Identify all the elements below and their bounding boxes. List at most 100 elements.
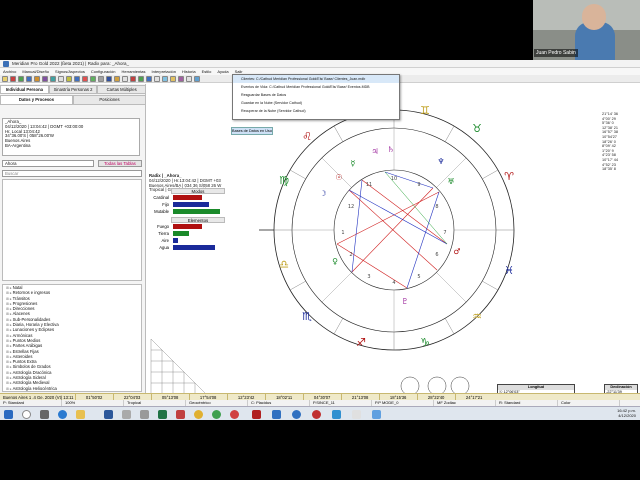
toolbar-button[interactable] bbox=[82, 76, 88, 82]
app-icon[interactable] bbox=[176, 410, 185, 419]
chart-info-box: _Ahora_ 04/12/2020 | 13:04:42 | DGMT +03… bbox=[2, 118, 140, 156]
menu-signos[interactable]: Signos/Aspectos bbox=[52, 68, 88, 75]
toolbar-button[interactable] bbox=[50, 76, 56, 82]
app-icon[interactable] bbox=[372, 410, 381, 419]
toolbar-button[interactable] bbox=[90, 76, 96, 82]
menu-item-clientes[interactable]: Clientes: C:/Cathud Meridian Professiona… bbox=[233, 75, 399, 83]
chrome-icon[interactable] bbox=[194, 410, 203, 419]
position-status-bar: Buenos Aires 1 .4 Ge. 2020 (Vt) 13:11 01… bbox=[0, 393, 640, 401]
status2-items: P: Standard 100% Tropical Geocéntrico C: Pla… bbox=[0, 400, 620, 406]
menu-herramientas[interactable]: Herramientas bbox=[119, 68, 149, 75]
sign-libra-icon: ♎ bbox=[279, 258, 289, 271]
toolbar-button[interactable] bbox=[138, 76, 144, 82]
sign-sagittarius-icon: ♐ bbox=[356, 336, 366, 349]
filter-select[interactable]: Ahora bbox=[2, 160, 94, 167]
toolbar-button[interactable] bbox=[186, 76, 192, 82]
taskbar-clock[interactable]: 16:42 p.m. 4/12/2020 bbox=[617, 408, 636, 418]
toolbar-button[interactable] bbox=[2, 76, 8, 82]
toolbar-button[interactable] bbox=[194, 76, 200, 82]
menu-item-guardar-nube[interactable]: Guardar en la Nube (Servidor Cathud) bbox=[233, 99, 399, 107]
aspect-grid bbox=[150, 338, 206, 393]
toolbar-button[interactable] bbox=[18, 76, 24, 82]
word-icon[interactable] bbox=[104, 410, 113, 419]
start-icon[interactable] bbox=[4, 410, 13, 419]
house-number: 3 bbox=[367, 274, 370, 280]
chrome-icon[interactable] bbox=[212, 410, 221, 419]
menu-item-eventos[interactable]: Eventos de Vida: C:/Cathud Meridian Prof… bbox=[233, 83, 399, 91]
menu-configuracion[interactable]: Configuración bbox=[88, 68, 119, 75]
toolbar-button[interactable] bbox=[74, 76, 80, 82]
elements-rows: Fuego Tierra Aire Agua bbox=[149, 223, 225, 251]
tree-item[interactable]: Astrología Heliocéntrica bbox=[3, 386, 141, 391]
main-tabs: Individual Persona Sinastría Personas 2 … bbox=[0, 85, 147, 94]
menu-estilo[interactable]: Estilo bbox=[199, 68, 215, 75]
media-icon[interactable] bbox=[312, 410, 321, 419]
menu-ayuda[interactable]: Ayuda bbox=[214, 68, 231, 75]
toolbar-button[interactable] bbox=[26, 76, 32, 82]
modes-rows: Cardinal Fijo Mutable bbox=[149, 194, 225, 215]
tab-posiciones[interactable]: Posiciones bbox=[73, 95, 146, 105]
app-icon[interactable] bbox=[292, 410, 301, 419]
toolbar-button[interactable] bbox=[66, 76, 72, 82]
toolbar-button[interactable] bbox=[162, 76, 168, 82]
element-bar bbox=[173, 224, 202, 229]
toolbar-button[interactable] bbox=[130, 76, 136, 82]
planet-uranus-icon: ♅ bbox=[447, 177, 454, 186]
app-icon[interactable] bbox=[140, 410, 149, 419]
app-icon[interactable] bbox=[352, 410, 361, 419]
app-icon[interactable] bbox=[122, 410, 131, 419]
search-input[interactable]: Buscar bbox=[2, 170, 142, 177]
tab-individual[interactable]: Individual Persona bbox=[0, 85, 49, 94]
house-number: 9 bbox=[417, 182, 420, 188]
menu-historia[interactable]: Historia bbox=[179, 68, 199, 75]
toolbar-button[interactable] bbox=[170, 76, 176, 82]
tab-datos-procesos[interactable]: Datos y Procesos bbox=[0, 95, 73, 105]
app-icon[interactable] bbox=[332, 410, 341, 419]
menu-bases-datos[interactable]: Bases de Datos en Uso bbox=[231, 127, 273, 135]
toolbar-button[interactable] bbox=[106, 76, 112, 82]
excel-icon[interactable] bbox=[158, 410, 167, 419]
element-bar bbox=[173, 231, 189, 236]
toolbar-button[interactable] bbox=[114, 76, 120, 82]
tab-sinastria[interactable]: Sinastría Personas 2 bbox=[48, 85, 98, 94]
toolbar-button[interactable] bbox=[58, 76, 64, 82]
chrome-icon[interactable] bbox=[230, 410, 239, 419]
search-icon[interactable] bbox=[22, 410, 31, 419]
element-row: Fuego bbox=[149, 223, 225, 230]
all-tables-button[interactable]: Todas las Tablas bbox=[98, 160, 142, 167]
bases-datos-dropdown: Clientes: C:/Cathud Meridian Professiona… bbox=[232, 74, 400, 120]
menu-manual[interactable]: Manual/Diseño bbox=[19, 68, 52, 75]
element-label: Fuego bbox=[157, 224, 169, 229]
webcam-overlay: Juan Pedro Sabin bbox=[533, 0, 640, 60]
house-number: 1 bbox=[341, 230, 344, 236]
mode-bar bbox=[173, 202, 210, 207]
planet-jupiter-icon: ♃ bbox=[371, 147, 378, 156]
menu-interpretacion[interactable]: Interpretación bbox=[149, 68, 179, 75]
planet-moon-icon: ☽ bbox=[319, 189, 326, 198]
menu-item-resguardar[interactable]: Resguardar Bases de Datos bbox=[233, 91, 399, 99]
planet-mars-icon: ♂ bbox=[453, 247, 460, 256]
results-list[interactable] bbox=[2, 179, 142, 281]
filter-row: Ahora Todas las Tablas bbox=[2, 160, 142, 168]
menu-archivo[interactable]: Archivo bbox=[0, 68, 19, 75]
toolbar-button[interactable] bbox=[10, 76, 16, 82]
task-view-icon[interactable] bbox=[40, 410, 49, 419]
webcam-name-label: Juan Pedro Sabin bbox=[534, 49, 578, 57]
folder-icon[interactable] bbox=[76, 410, 85, 419]
planet-venus-icon: ♀ bbox=[332, 257, 338, 266]
tab-multiples[interactable]: Cartas Múltiples bbox=[97, 85, 147, 94]
toolbar-button[interactable] bbox=[34, 76, 40, 82]
house-number: 6 bbox=[435, 252, 438, 258]
toolbar-button[interactable] bbox=[42, 76, 48, 82]
edge-icon[interactable] bbox=[58, 410, 67, 419]
house-number: 4 bbox=[392, 280, 395, 286]
app-icon[interactable] bbox=[272, 410, 281, 419]
filezilla-icon[interactable] bbox=[252, 410, 261, 419]
toolbar-button[interactable] bbox=[178, 76, 184, 82]
toolbar-button[interactable] bbox=[154, 76, 160, 82]
menu-item-recuperar-nube[interactable]: Recuperar de la Nube (Servidor Cathud) bbox=[233, 107, 399, 115]
toolbar-button[interactable] bbox=[122, 76, 128, 82]
toolbar-button[interactable] bbox=[146, 76, 152, 82]
sign-gemini-icon: ♊ bbox=[420, 104, 430, 117]
toolbar-button[interactable] bbox=[98, 76, 104, 82]
